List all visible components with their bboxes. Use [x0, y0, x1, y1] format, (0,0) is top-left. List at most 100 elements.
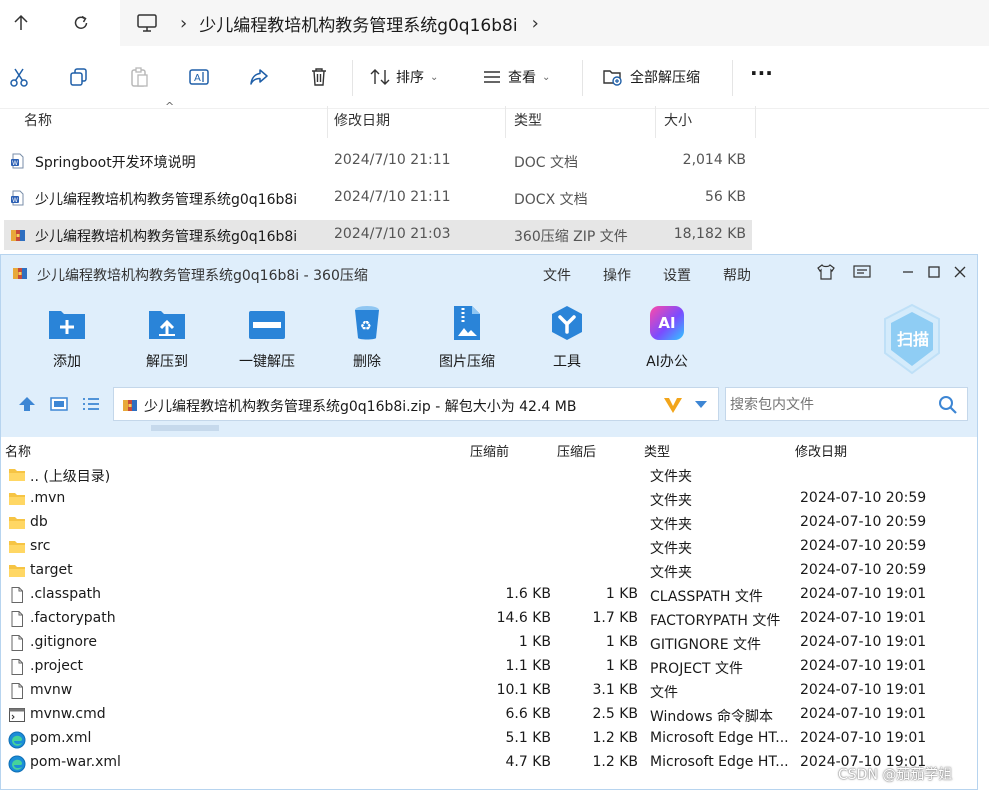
- archive-path-bar[interactable]: 少儿编程教培机构教务管理系统g0q16b8i.zip - 解包大小为 42.4 …: [113, 387, 719, 421]
- entry-name: .classpath: [30, 586, 102, 602]
- file-row[interactable]: .classpath 1.6 KB 1 KB CLASSPATH 文件 2024-07-…: [1, 583, 977, 607]
- file-icon: [8, 659, 26, 675]
- paste-button[interactable]: [126, 64, 152, 90]
- add-button[interactable]: 添加: [25, 303, 109, 373]
- file-row[interactable]: mvnw.cmd 6.6 KB 2.5 KB Windows 命令脚本 2024-07-…: [1, 703, 977, 727]
- list-header-before[interactable]: 压缩前: [470, 441, 509, 460]
- folder-row[interactable]: .mvn 文件夹 2024-07-10 20:59: [1, 487, 977, 511]
- entry-size-after: 1.2 KB: [592, 730, 639, 746]
- delete-archive-button[interactable]: ♻ 删除: [325, 303, 409, 373]
- list-header-type[interactable]: 类型: [644, 441, 670, 460]
- file-row[interactable]: .gitignore 1 KB 1 KB GITIGNORE 文件 2024-07-10…: [1, 631, 977, 655]
- file-row[interactable]: W 少儿编程教培机构教务管理系统g0q16b8i 2024/7/10 21:11…: [4, 183, 752, 213]
- extract-to-button[interactable]: 解压到: [125, 303, 209, 373]
- file-name: 少儿编程教培机构教务管理系统g0q16b8i: [35, 229, 298, 245]
- scan-label: 扫描: [896, 330, 929, 349]
- file-type: 360压缩 ZIP 文件: [514, 229, 628, 245]
- entry-size-before: 1.6 KB: [505, 586, 552, 602]
- zip-titlebar[interactable]: 少儿编程教培机构教务管理系统g0q16b8i - 360压缩 文件 操作 设置 …: [1, 255, 977, 289]
- sort-button[interactable]: 排序 ⌄: [370, 67, 438, 87]
- file-row[interactable]: .factorypath 14.6 KB 1.7 KB FACTORYPATH 文件 2…: [1, 607, 977, 631]
- column-date[interactable]: 修改日期: [326, 106, 506, 138]
- list-header-after[interactable]: 压缩后: [557, 441, 596, 460]
- menu-file[interactable]: 文件: [543, 265, 571, 285]
- column-size[interactable]: 大小: [656, 106, 756, 138]
- folder-row[interactable]: src 文件夹 2024-07-10 20:59: [1, 535, 977, 559]
- extract-all-button[interactable]: 全部解压缩: [602, 67, 700, 87]
- ai-badge-text: AI: [658, 314, 676, 332]
- arrow-up-icon: [14, 14, 28, 30]
- file-row-selected[interactable]: 少儿编程教培机构教务管理系统g0q16b8i 2024/7/10 21:03 3…: [4, 220, 752, 250]
- entry-name: .project: [30, 658, 84, 674]
- more-button[interactable]: ···: [750, 61, 773, 85]
- toolbar-divider: [352, 60, 353, 96]
- file-row[interactable]: .project 1.1 KB 1 KB PROJECT 文件 2024-07-10 1…: [1, 655, 977, 679]
- close-button[interactable]: [949, 261, 971, 283]
- folder-icon: [8, 539, 26, 555]
- dropdown-arrow-icon[interactable]: [694, 400, 708, 410]
- extract-folder-icon: [603, 70, 622, 86]
- view-button[interactable]: 查看 ⌄: [482, 67, 550, 87]
- cmd-script-icon: [8, 707, 26, 723]
- list-header-name[interactable]: 名称: [5, 441, 31, 460]
- file-date: 2024/7/10 21:03: [334, 226, 451, 242]
- folder-row[interactable]: target 文件夹 2024-07-10 20:59: [1, 559, 977, 583]
- entry-name: .factorypath: [30, 610, 116, 626]
- breadcrumb[interactable]: › 少儿编程教培机构教务管理系统g0q16b8i ›: [120, 0, 989, 46]
- entry-date: 2024-07-10 20:59: [800, 562, 927, 578]
- archive-search-box[interactable]: [725, 387, 968, 421]
- search-icon[interactable]: [938, 395, 958, 415]
- svg-text:A: A: [194, 73, 201, 84]
- image-compress-button[interactable]: 图片压缩: [425, 303, 509, 373]
- parent-dir-button[interactable]: [17, 395, 39, 415]
- entry-type: FACTORYPATH 文件: [650, 613, 781, 629]
- folder-row[interactable]: .. (上级目录) 文件夹: [1, 463, 977, 487]
- one-click-extract-icon: [249, 311, 285, 339]
- search-input[interactable]: [728, 393, 932, 417]
- watermark: CSDN @茄茄学姐: [838, 767, 953, 783]
- feedback-button[interactable]: [851, 261, 873, 283]
- file-row[interactable]: pom.xml 5.1 KB 1.2 KB Microsoft Edge HT... 2…: [1, 727, 977, 751]
- file-row[interactable]: mvnw 10.1 KB 3.1 KB 文件 2024-07-10 19:01: [1, 679, 977, 703]
- menu-help[interactable]: 帮助: [723, 265, 751, 285]
- share-button[interactable]: [246, 64, 272, 90]
- shirt-icon: [817, 264, 835, 280]
- breadcrumb-folder[interactable]: 少儿编程教培机构教务管理系统g0q16b8i: [199, 11, 517, 36]
- extract-to-label: 解压到: [146, 354, 188, 370]
- close-icon: [954, 266, 966, 278]
- menu-operations[interactable]: 操作: [603, 265, 631, 285]
- menu-settings[interactable]: 设置: [663, 265, 691, 285]
- column-type[interactable]: 类型: [506, 106, 656, 138]
- folder-row[interactable]: db 文件夹 2024-07-10 20:59: [1, 511, 977, 535]
- entry-size-before: 1.1 KB: [505, 658, 552, 674]
- entry-size-after: 1.7 KB: [592, 610, 639, 626]
- list-header-date[interactable]: 修改日期: [795, 441, 847, 460]
- skin-button[interactable]: [815, 261, 837, 283]
- tools-label: 工具: [553, 354, 581, 370]
- chevron-right-icon[interactable]: ›: [532, 13, 539, 34]
- ai-office-button[interactable]: AI AI办公: [625, 303, 709, 373]
- thumbnail-view-button[interactable]: [49, 396, 71, 416]
- up-arrow-button[interactable]: [4, 6, 38, 40]
- word-doc-icon: W: [11, 153, 24, 169]
- cut-button[interactable]: [6, 64, 32, 90]
- scissors-icon: [10, 68, 28, 87]
- minimize-button[interactable]: [897, 261, 919, 283]
- svg-text:W: W: [12, 197, 18, 204]
- list-view-button[interactable]: [81, 396, 103, 416]
- list-view-icon: [83, 398, 99, 410]
- zip-window-title: 少儿编程教培机构教务管理系统g0q16b8i - 360压缩: [37, 268, 368, 284]
- maximize-button[interactable]: [923, 261, 945, 283]
- copy-button[interactable]: [66, 64, 92, 90]
- rename-button[interactable]: A: [186, 64, 212, 90]
- one-click-extract-button[interactable]: 一键解压: [225, 303, 309, 373]
- tools-button[interactable]: 工具: [525, 303, 609, 373]
- file-row[interactable]: W Springboot开发环境说明 2024/7/10 21:11 DOC 文…: [4, 146, 752, 176]
- copy-icon: [70, 68, 87, 86]
- scan-button[interactable]: 扫描: [881, 303, 945, 375]
- refresh-button[interactable]: [64, 6, 98, 40]
- command-bar: A 排序 ⌄ 查看 ⌄ 全部解压缩 ···: [0, 46, 989, 109]
- file-date: 2024/7/10 21:11: [334, 152, 451, 168]
- delete-button[interactable]: [306, 64, 332, 90]
- file-row[interactable]: pom-war.xml 4.7 KB 1.2 KB Microsoft Edge HT…: [1, 751, 977, 775]
